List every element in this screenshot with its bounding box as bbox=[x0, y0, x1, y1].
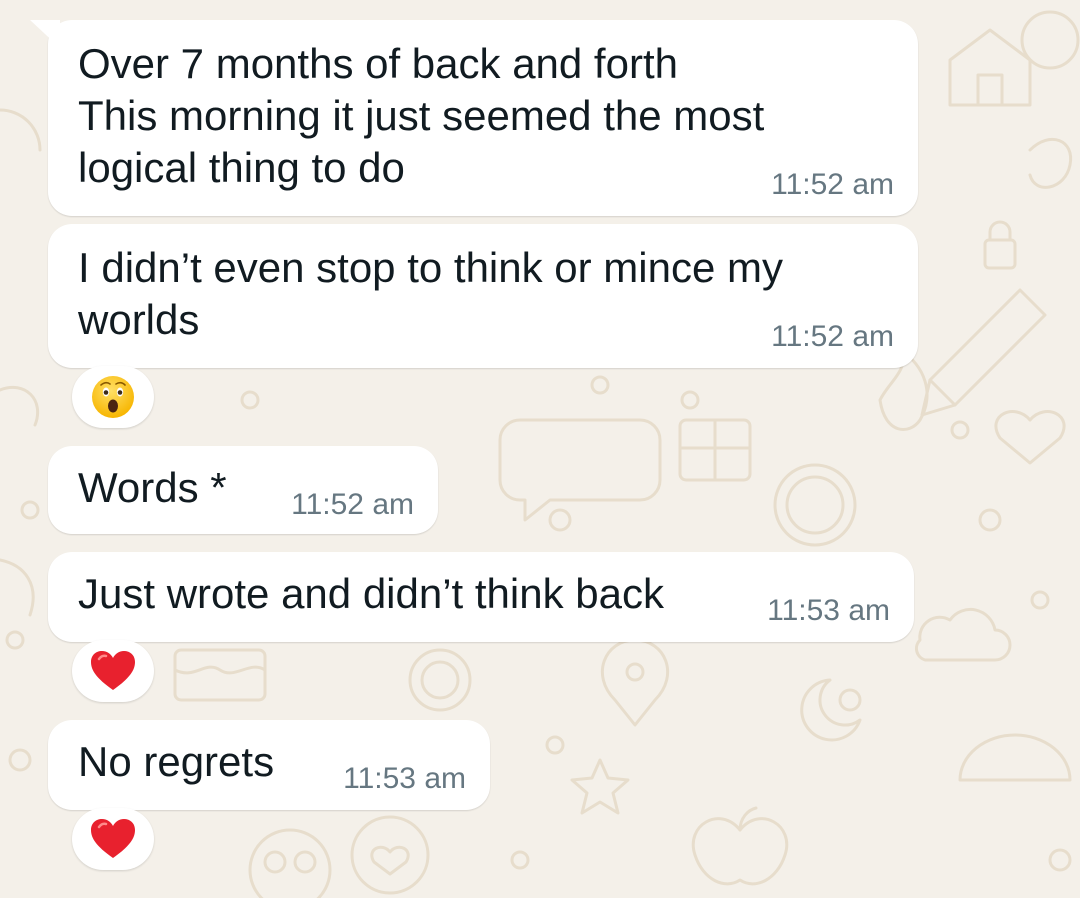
message-line: This morning it just seemed the most bbox=[78, 92, 765, 139]
message-bubble-1[interactable]: Over 7 months of back and forth This mor… bbox=[30, 20, 918, 216]
message-line: Words * bbox=[78, 464, 227, 511]
message-timestamp: 11:53 am bbox=[767, 594, 890, 627]
red-heart-icon bbox=[91, 651, 135, 690]
astonished-face-icon bbox=[92, 376, 134, 418]
message-bubble-3[interactable]: Words * 11:52 am bbox=[48, 446, 438, 534]
message-bubble-5[interactable]: No regrets 11:53 am bbox=[48, 720, 490, 810]
message-reaction[interactable] bbox=[72, 640, 154, 702]
message-timestamp: 11:53 am bbox=[343, 762, 466, 795]
message-bubble-2[interactable]: I didn’t even stop to think or mince my … bbox=[48, 224, 918, 368]
message-timestamp: 11:52 am bbox=[291, 488, 414, 521]
red-heart-icon bbox=[91, 819, 135, 858]
message-reaction[interactable] bbox=[72, 808, 154, 870]
message-line: worlds bbox=[78, 296, 200, 343]
message-bubble-4[interactable]: Just wrote and didn’t think back 11:53 a… bbox=[48, 552, 914, 642]
message-line: Just wrote and didn’t think back bbox=[78, 570, 664, 617]
message-timestamp: 11:52 am bbox=[771, 320, 894, 353]
message-line: I didn’t even stop to think or mince my bbox=[78, 244, 783, 291]
message-line: logical thing to do bbox=[78, 144, 405, 191]
bubble-tail bbox=[30, 20, 60, 48]
message-timestamp: 11:52 am bbox=[771, 168, 894, 201]
message-line: Over 7 months of back and forth bbox=[78, 40, 678, 87]
chat-area: Over 7 months of back and forth This mor… bbox=[0, 0, 1080, 898]
message-line: No regrets bbox=[78, 738, 275, 785]
message-reaction[interactable] bbox=[72, 366, 154, 428]
